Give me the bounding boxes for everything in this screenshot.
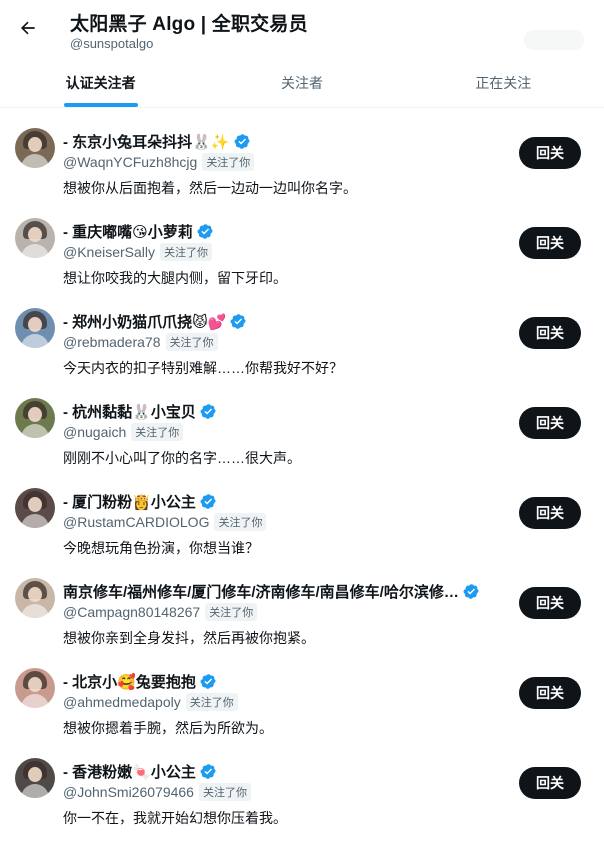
follows-you-badge: 关注了你 bbox=[160, 243, 213, 261]
user-handle-line: @KneiserSally 关注了你 bbox=[63, 243, 213, 261]
avatar[interactable] bbox=[15, 398, 55, 438]
follows-you-badge: 关注了你 bbox=[198, 783, 251, 801]
user-handle[interactable]: @nugaich bbox=[63, 424, 126, 440]
user-handle[interactable]: @RustamCARDIOLOG bbox=[63, 514, 209, 530]
user-bio: 今天内衣的扣子特别难解……你帮我好不好？ bbox=[63, 360, 343, 376]
user-bio: 想让你咬我的大腿内侧，留下牙印。 bbox=[63, 270, 287, 286]
user-handle[interactable]: @JohnSmi26079466 bbox=[63, 784, 194, 800]
back-button[interactable] bbox=[14, 14, 42, 42]
user-bio: 想被你亲到全身发抖，然后再被你抱紧。 bbox=[63, 630, 315, 646]
user-handle-line: @JohnSmi26079466 关注了你 bbox=[63, 783, 251, 801]
user-display-name[interactable]: - 杭州黏黏🐰小宝贝 bbox=[63, 401, 196, 422]
verified-badge-icon bbox=[197, 224, 213, 239]
tab-following[interactable]: 正在关注 bbox=[403, 58, 604, 108]
user-list: - 东京小兔耳朵抖抖🐰✨ @WaqnYCFuzh8hcjg 关注了你 想被你从后… bbox=[0, 112, 604, 832]
active-tab-indicator bbox=[63, 103, 138, 107]
user-bio: 今晚想玩角色扮演，你想当谁？ bbox=[63, 540, 259, 556]
user-bio: 刚刚不小心叫了你的名字……很大声。 bbox=[63, 450, 301, 466]
follows-you-badge: 关注了你 bbox=[202, 153, 255, 171]
user-handle-line: @ahmedmedapoly 关注了你 bbox=[63, 693, 238, 711]
arrow-left-icon bbox=[20, 21, 35, 35]
profile-title: 太阳黑子 Algo | 全职交易员 bbox=[70, 14, 308, 35]
verified-badge-icon bbox=[234, 134, 250, 149]
user-display-name[interactable]: - 厦门粉粉👸小公主 bbox=[63, 491, 196, 512]
user-handle[interactable]: @Campagn80148267 bbox=[63, 604, 200, 620]
follow-back-button[interactable]: 回关 bbox=[519, 317, 581, 349]
follows-you-badge: 关注了你 bbox=[165, 333, 218, 351]
user-name-line: - 厦门粉粉👸小公主 bbox=[63, 491, 217, 512]
user-display-name[interactable]: - 郑州小奶猫爪爪挠😾💕 bbox=[63, 311, 226, 332]
user-name-line: - 香港粉嫩🍬小公主 bbox=[63, 761, 217, 782]
follow-back-button[interactable]: 回关 bbox=[519, 767, 581, 799]
follow-back-button[interactable]: 回关 bbox=[519, 227, 581, 259]
user-row[interactable]: - 杭州黏黏🐰小宝贝 @nugaich 关注了你 刚刚不小心叫了你的名字……很大… bbox=[0, 382, 604, 472]
verified-badge-icon bbox=[463, 584, 479, 599]
user-row[interactable]: - 重庆嘟嘴😘小萝莉 @KneiserSally 关注了你 想让你咬我的大腿内侧… bbox=[0, 202, 604, 292]
user-name-line: 南京修车/福州修车/厦门修车/济南修车/南昌修车/哈尔滨修… bbox=[63, 581, 480, 602]
verified-badge-icon bbox=[200, 404, 216, 419]
tab-label: 正在关注 bbox=[475, 75, 532, 91]
user-handle-line: @WaqnYCFuzh8hcjg 关注了你 bbox=[63, 153, 255, 171]
follow-back-button[interactable]: 回关 bbox=[519, 497, 581, 529]
avatar[interactable] bbox=[15, 668, 55, 708]
user-row[interactable]: - 东京小兔耳朵抖抖🐰✨ @WaqnYCFuzh8hcjg 关注了你 想被你从后… bbox=[0, 112, 604, 202]
profile-handle: @sunspotalgo bbox=[70, 36, 154, 51]
user-display-name[interactable]: - 北京小🥰兔要抱抱 bbox=[63, 671, 196, 692]
verified-badge-icon bbox=[200, 674, 216, 689]
user-row[interactable]: - 北京小🥰兔要抱抱 @ahmedmedapoly 关注了你 想被你摁着手腕，然… bbox=[0, 652, 604, 742]
user-name-line: - 北京小🥰兔要抱抱 bbox=[63, 671, 217, 692]
avatar[interactable] bbox=[15, 218, 55, 258]
tab-followers[interactable]: 关注者 bbox=[201, 58, 402, 108]
avatar[interactable] bbox=[15, 758, 55, 798]
user-name-line: - 重庆嘟嘴😘小萝莉 bbox=[63, 221, 214, 242]
user-bio: 想被你摁着手腕，然后为所欲为。 bbox=[63, 720, 273, 736]
follows-you-badge: 关注了你 bbox=[131, 423, 184, 441]
user-bio: 想被你从后面抱着，然后一边动一边叫你名字。 bbox=[63, 180, 357, 196]
tab-label: 认证关注者 bbox=[65, 75, 136, 91]
user-row[interactable]: - 郑州小奶猫爪爪挠😾💕 @rebmadera78 关注了你 今天内衣的扣子特别… bbox=[0, 292, 604, 382]
user-display-name[interactable]: - 重庆嘟嘴😘小萝莉 bbox=[63, 221, 193, 242]
user-handle[interactable]: @ahmedmedapoly bbox=[63, 694, 181, 710]
user-name-line: - 东京小兔耳朵抖抖🐰✨ bbox=[63, 131, 251, 152]
follow-back-button[interactable]: 回关 bbox=[519, 587, 581, 619]
user-row[interactable]: - 香港粉嫩🍬小公主 @JohnSmi26079466 关注了你 你一不在，我就… bbox=[0, 742, 604, 832]
user-display-name[interactable]: - 香港粉嫩🍬小公主 bbox=[63, 761, 196, 782]
user-name-line: - 杭州黏黏🐰小宝贝 bbox=[63, 401, 217, 422]
user-handle-line: @rebmadera78 关注了你 bbox=[63, 333, 218, 351]
user-handle-line: @Campagn80148267 关注了你 bbox=[63, 603, 258, 621]
user-handle-line: @RustamCARDIOLOG 关注了你 bbox=[63, 513, 267, 531]
avatar[interactable] bbox=[15, 308, 55, 348]
user-handle-line: @nugaich 关注了你 bbox=[63, 423, 184, 441]
verified-badge-icon bbox=[231, 314, 247, 329]
avatar[interactable] bbox=[15, 488, 55, 528]
user-row[interactable]: - 厦门粉粉👸小公主 @RustamCARDIOLOG 关注了你 今晚想玩角色扮… bbox=[0, 472, 604, 562]
user-display-name[interactable]: - 东京小兔耳朵抖抖🐰✨ bbox=[63, 131, 230, 152]
user-name-line: - 郑州小奶猫爪爪挠😾💕 bbox=[63, 311, 247, 332]
avatar[interactable] bbox=[15, 128, 55, 168]
follow-back-button[interactable]: 回关 bbox=[519, 407, 581, 439]
tab-label: 关注者 bbox=[280, 75, 323, 91]
follows-you-badge: 关注了你 bbox=[205, 603, 258, 621]
verified-badge-icon bbox=[200, 494, 216, 509]
follow-back-button[interactable]: 回关 bbox=[519, 137, 581, 169]
user-handle[interactable]: @KneiserSally bbox=[63, 244, 155, 260]
avatar[interactable] bbox=[15, 578, 55, 618]
user-row[interactable]: 南京修车/福州修车/厦门修车/济南修车/南昌修车/哈尔滨修… @Campagn8… bbox=[0, 562, 604, 652]
follows-you-badge: 关注了你 bbox=[185, 693, 238, 711]
user-display-name[interactable]: 南京修车/福州修车/厦门修车/济南修车/南昌修车/哈尔滨修… bbox=[63, 581, 459, 602]
follower-tabs: 认证关注者 关注者 正在关注 bbox=[0, 58, 604, 108]
follows-you-badge: 关注了你 bbox=[214, 513, 267, 531]
tab-verified-followers[interactable]: 认证关注者 bbox=[0, 58, 201, 108]
user-bio: 你一不在，我就开始幻想你压着我。 bbox=[63, 810, 287, 826]
user-handle[interactable]: @WaqnYCFuzh8hcjg bbox=[63, 154, 197, 170]
verified-badge-icon bbox=[200, 764, 216, 779]
follow-back-button[interactable]: 回关 bbox=[519, 677, 581, 709]
user-handle[interactable]: @rebmadera78 bbox=[63, 334, 161, 350]
profile-header: 太阳黑子 Algo | 全职交易员 @sunspotalgo 认证关注者 关注者… bbox=[0, 0, 604, 108]
